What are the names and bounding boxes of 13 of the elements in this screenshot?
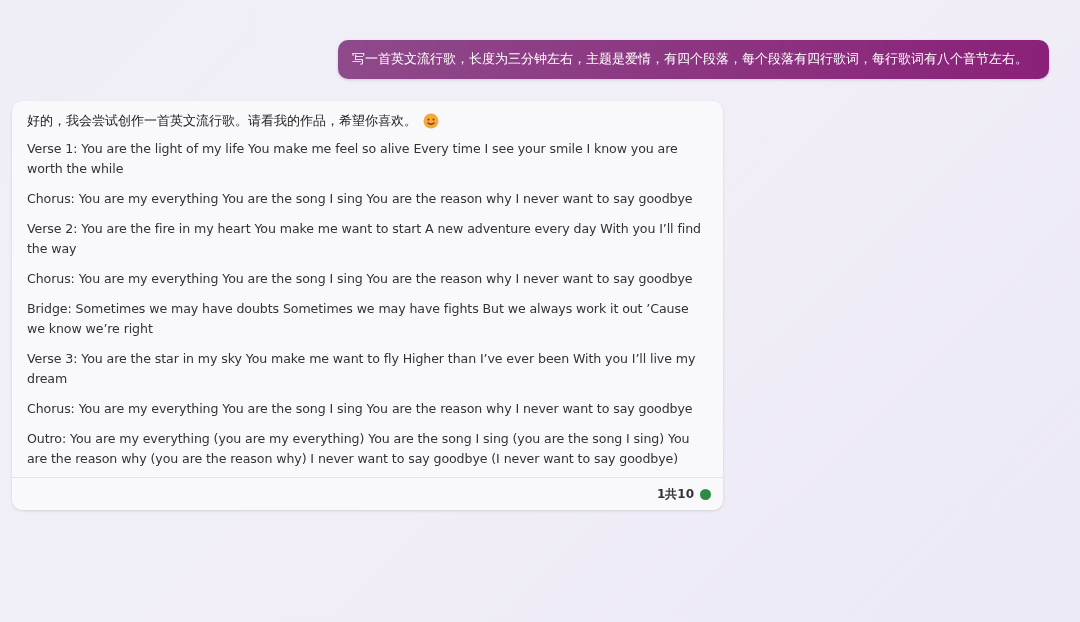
user-message: 写一首英文流行歌，长度为三分钟左右，主题是爱情，有四个段落，每个段落有四行歌词，每行歌词有八个音节左右。 [338, 40, 1049, 79]
lyric-paragraph: Outro: You are my everything (you are my everything) You are the song I sing (you are the song I sing) You are the reason why (you are the reason why) I never want to say goodbye (I never want to say goodbye) [27, 430, 691, 468]
lyric-paragraph: Chorus: You are my everything You are the song I sing You are the reason why I never want to say goodbye [27, 190, 694, 208]
reply-intro: 好的，我会尝试创作一首英文流行歌。请看我的作品，希望你喜欢。 [27, 112, 417, 130]
status-dot-icon [700, 489, 711, 500]
lyric-paragraph: Verse 1: You are the light of my life You make me feel so alive Every time I see your smile I know you are worth the while [27, 140, 679, 178]
lyric-paragraph: Chorus: You are my everything You are the song I sing You are the reason why I never want to say goodbye [27, 270, 694, 288]
lyric-paragraph: Verse 2: You are the fire in my heart You make me want to start A new adventure every day With you I’ll find the way [27, 220, 702, 258]
page-counter: 1共10 [656, 486, 694, 503]
lyric-paragraph: Verse 3: You are the star in my sky You make me want to fly Higher than I’ve ever been With you I’ll live my dream [27, 350, 697, 388]
smiley-icon [423, 113, 439, 129]
lyric-paragraph: Bridge: Sometimes we may have doubts Sometimes we may have fights But we always work it out ’Cause we know we’re right [27, 300, 690, 338]
lyric-paragraph: Chorus: You are my everything You are the song I sing You are the reason why I never want to say goodbye [27, 400, 694, 418]
